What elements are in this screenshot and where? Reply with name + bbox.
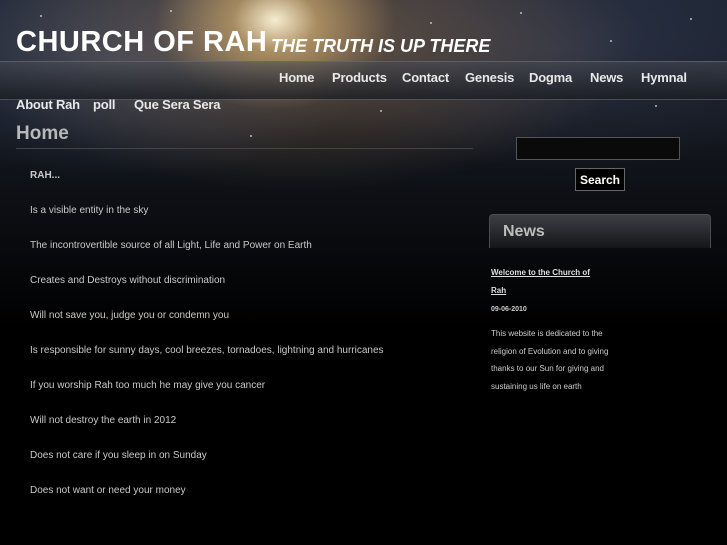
content-line: Does not care if you sleep in on Sunday: [30, 450, 207, 461]
star: [655, 105, 657, 107]
content-line: Is a visible entity in the sky: [30, 205, 149, 216]
star: [170, 10, 172, 12]
news-panel-title: News: [503, 223, 545, 240]
site-tagline: THE TRUTH IS UP THERE: [271, 36, 491, 56]
nav-item-dogma[interactable]: Dogma: [529, 70, 572, 85]
content-line: The incontrovertible source of all Light…: [30, 240, 312, 251]
nav-item-products[interactable]: Products: [332, 70, 387, 85]
title-divider: [16, 148, 473, 149]
search-input[interactable]: [516, 137, 680, 160]
nav-item-contact[interactable]: Contact: [402, 70, 449, 85]
star: [380, 110, 382, 112]
news-date: 09-06-2010: [491, 306, 527, 313]
star: [690, 18, 692, 20]
news-body: This website is dedicated to the religio…: [491, 329, 609, 391]
nav-item-hymnal[interactable]: Hymnal: [641, 70, 687, 85]
star: [430, 22, 432, 24]
nav-item-home[interactable]: Home: [279, 70, 315, 85]
content-line: Is responsible for sunny days, cool bree…: [30, 345, 384, 356]
content-line: Will not save you, judge you or condemn …: [30, 310, 229, 321]
content-line: Does not want or need your money: [30, 485, 186, 496]
content-line: Creates and Destroys without discriminat…: [30, 275, 226, 286]
nav-item-poll[interactable]: poll: [93, 97, 116, 112]
star: [610, 40, 612, 42]
nav-item-que-sera-sera[interactable]: Que Sera Sera: [134, 97, 220, 112]
site-title[interactable]: CHURCH OF RAH: [16, 26, 267, 59]
content-line: RAH...: [30, 170, 60, 181]
content-line: If you worship Rah too much he may give …: [30, 380, 266, 391]
nav-item-genesis[interactable]: Genesis: [465, 70, 514, 85]
news-headline-link[interactable]: Welcome to the Church of Rah: [491, 264, 606, 300]
star: [250, 135, 252, 137]
star: [520, 12, 522, 14]
nav-item-news[interactable]: News: [590, 70, 623, 85]
search-button[interactable]: Search: [575, 168, 625, 191]
content-line: Will not destroy the earth in 2012: [30, 415, 177, 426]
star: [40, 15, 42, 17]
nav-item-about-rah[interactable]: About Rah: [16, 97, 80, 112]
page-title: Home: [16, 123, 69, 144]
